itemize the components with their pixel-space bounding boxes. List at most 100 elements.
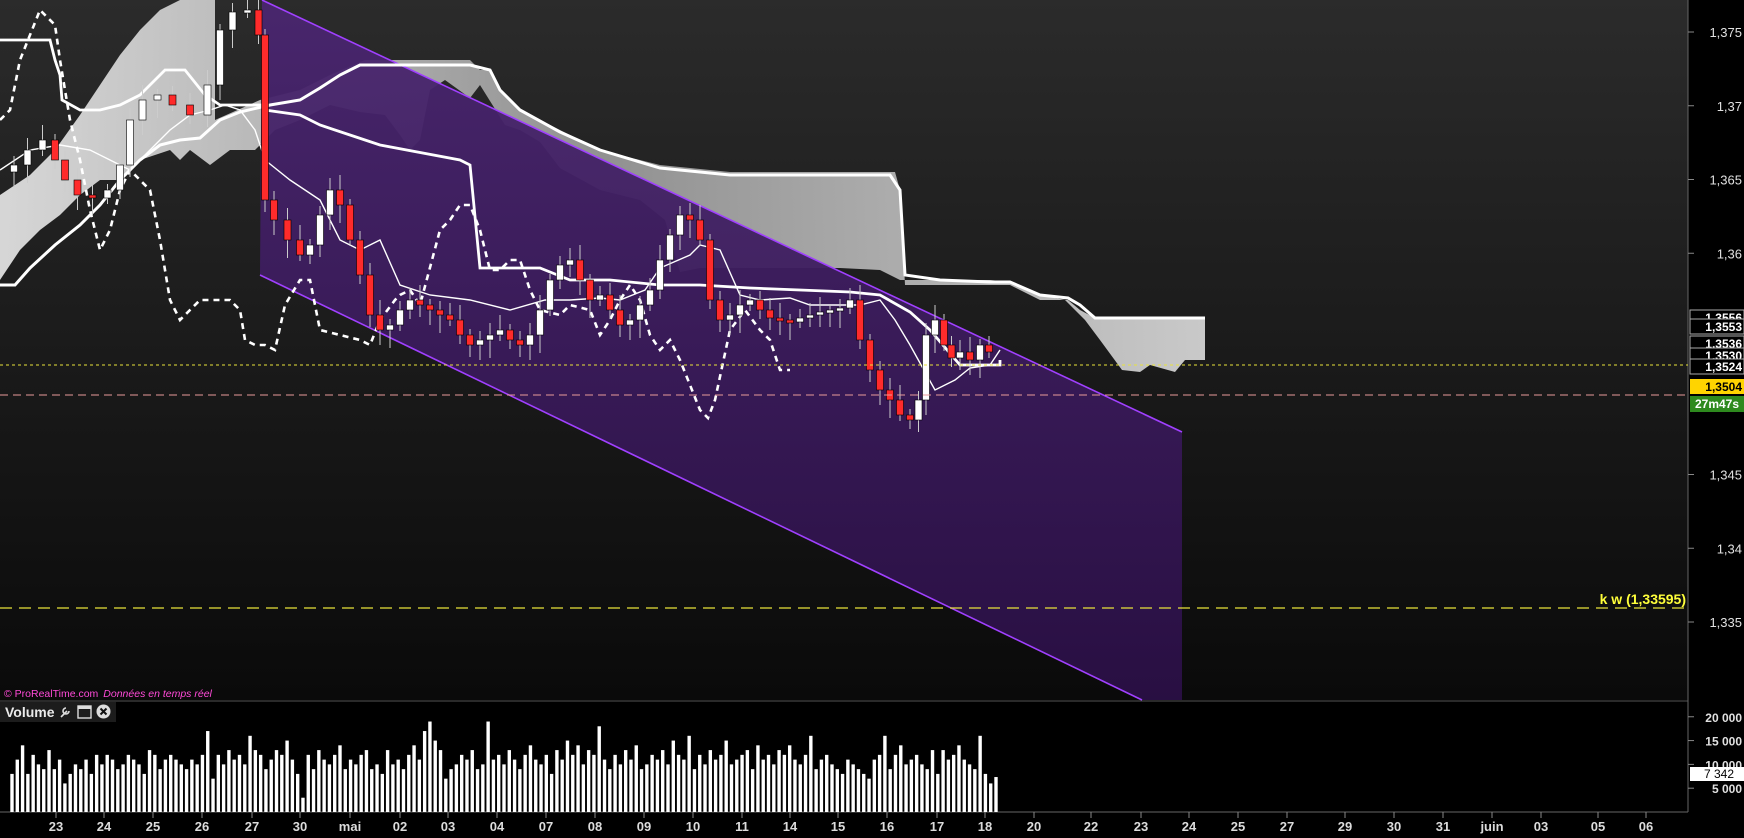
close-icon[interactable]: [96, 704, 111, 719]
volume-bar: [94, 754, 99, 812]
volume-bar: [951, 754, 956, 812]
candle-down: [456, 319, 464, 336]
candle-down: [856, 299, 864, 341]
volume-bar: [348, 759, 353, 812]
x-tick-label: juin: [1479, 819, 1503, 834]
candle-down: [766, 309, 774, 319]
candle-up: [126, 119, 134, 166]
volume-bar: [676, 754, 681, 812]
volume-bar: [602, 759, 607, 812]
volume-bar: [925, 769, 929, 812]
volume-bar: [243, 764, 247, 812]
watermark: © ProRealTime.com Données en temps réel: [4, 688, 213, 700]
x-tick-label: 09: [637, 819, 651, 834]
candle-down: [466, 334, 474, 346]
volume-bar: [110, 759, 115, 812]
x-tick-label: 27: [245, 819, 259, 834]
volume-bar: [465, 759, 469, 812]
watermark-brand: © ProRealTime.com: [4, 688, 99, 700]
volume-bar: [766, 754, 771, 812]
volume-bar: [618, 764, 623, 812]
volume-bar: [586, 750, 591, 812]
volume-bar: [645, 764, 649, 812]
candle-up: [138, 99, 147, 121]
volume-bar: [116, 769, 120, 812]
x-tick-label: 24: [1182, 819, 1197, 834]
volume-tick-label: 5 000: [1712, 782, 1742, 796]
volume-bar: [856, 769, 861, 812]
volume-bar: [962, 759, 966, 812]
volume-bar: [994, 777, 998, 812]
candle-up: [10, 164, 18, 173]
volume-bar: [719, 754, 723, 812]
candle-up: [806, 314, 814, 319]
volume-title: Volume: [5, 704, 55, 720]
candle-down: [73, 179, 82, 196]
candle-up: [746, 299, 754, 306]
candle-up: [736, 304, 744, 316]
volume-bar: [290, 759, 295, 812]
y-tick-label: 1,365: [1709, 173, 1742, 188]
candle-down: [283, 219, 292, 241]
candle-down: [896, 399, 904, 416]
volume-bar: [555, 750, 559, 812]
volume-bar: [692, 769, 697, 812]
volume-bar: [735, 759, 739, 812]
volume-bar: [20, 745, 25, 812]
volume-bar: [158, 769, 162, 812]
volume-bar: [502, 764, 506, 812]
volume-bar: [581, 764, 586, 812]
volume-bar: [983, 773, 988, 812]
volume-bar: [459, 754, 464, 812]
volume-bar: [920, 764, 924, 812]
candle-down: [586, 279, 594, 301]
volume-bar: [84, 759, 88, 812]
volume-bar: [343, 769, 347, 812]
volume-bar: [412, 745, 416, 812]
candle-down: [716, 299, 724, 321]
x-tick-label: 16: [880, 819, 894, 834]
volume-bar: [608, 769, 612, 812]
x-tick-label: 07: [539, 819, 553, 834]
volume-bar: [126, 754, 131, 812]
volume-bar: [761, 759, 765, 812]
volume-bar: [803, 754, 808, 812]
candle-down: [376, 314, 384, 331]
volume-bar: [306, 754, 310, 812]
volume-bar: [523, 754, 527, 812]
volume-bar: [978, 735, 982, 812]
volume-bar: [327, 764, 332, 812]
x-tick-label: 03: [441, 819, 455, 834]
volume-bar: [941, 750, 945, 812]
candle-up: [486, 334, 494, 341]
volume-bar: [131, 759, 136, 812]
volume-bar: [576, 745, 580, 812]
volume-bar: [36, 764, 41, 812]
volume-bar: [888, 769, 892, 812]
volume-bar: [840, 773, 845, 812]
volume-bar: [280, 754, 284, 812]
candle-down: [426, 304, 434, 311]
y-tick-label: 1,36: [1717, 246, 1742, 261]
volume-bar: [184, 769, 189, 812]
candle-up: [153, 94, 162, 101]
volume-bar: [137, 764, 141, 812]
volume-bar: [534, 759, 538, 812]
volume-bar: [724, 740, 728, 812]
candle-up: [914, 399, 923, 421]
volume-bar: [206, 731, 210, 812]
volume-bar: [68, 773, 72, 812]
candle-down: [186, 104, 194, 116]
volume-bar: [417, 759, 422, 812]
volume-bar: [264, 769, 268, 812]
volume-bar: [179, 764, 183, 812]
volume-bar: [729, 764, 734, 812]
countdown-label: 27m47s: [1695, 397, 1739, 411]
candle-up: [496, 329, 504, 336]
candle-down: [356, 239, 364, 276]
wrench-icon[interactable]: [58, 705, 72, 719]
volume-bar: [42, 769, 46, 812]
candle-up: [726, 314, 734, 321]
candle-up: [386, 324, 394, 331]
candle-up: [836, 307, 844, 312]
